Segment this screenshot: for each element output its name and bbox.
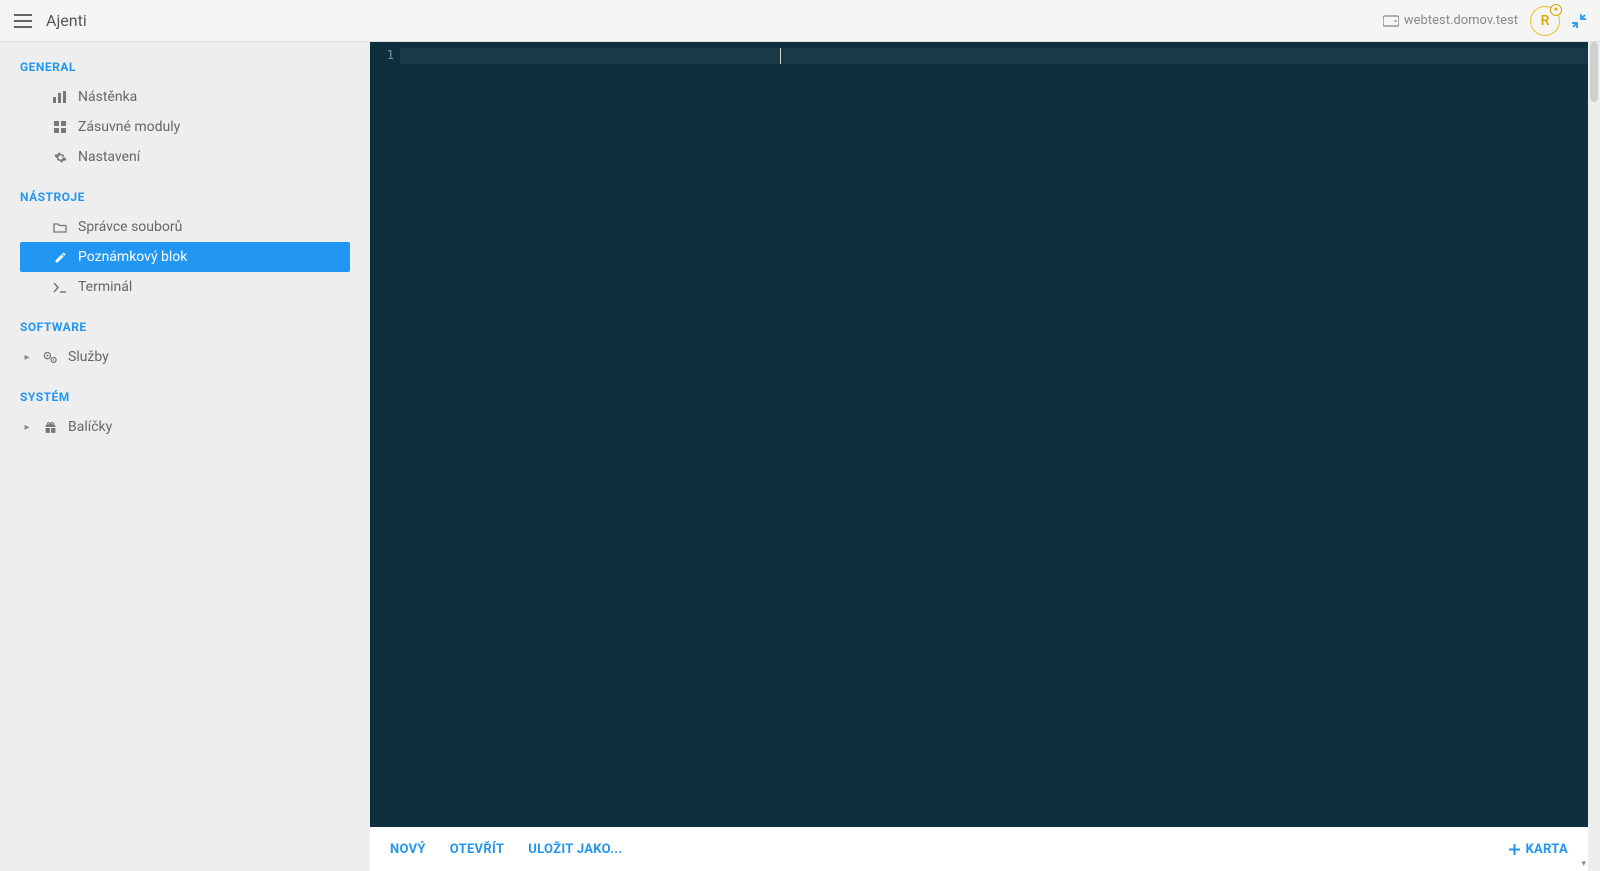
line-number: 1 [370,48,394,62]
save-as-button[interactable]: ULOŽIT JAKO... [528,842,622,857]
gift-icon [42,421,58,434]
folder-icon [52,222,68,233]
page-scrollbar[interactable] [1588,42,1600,871]
sidebar-item-settings[interactable]: Nastavení [20,142,350,172]
section-header-software: SOFTWARE [20,320,350,334]
grid-icon [52,121,68,133]
user-menu-button[interactable]: R ✶ [1530,6,1560,36]
caret-right-icon: ▸ [22,422,32,433]
cogs-icon [42,351,58,364]
navbar-right: webtest.domov.test R ✶ [1383,6,1586,36]
host-indicator[interactable]: webtest.domov.test [1383,13,1518,28]
section-header-tools: NÁSTROJE [20,190,350,204]
app-title: Ajenti [46,11,87,30]
scrollbar-thumb[interactable] [1590,42,1598,102]
menu-toggle-button[interactable] [14,14,32,28]
new-button[interactable]: NOVÝ [390,842,426,857]
top-navbar: Ajenti webtest.domov.test R ✶ [0,0,1600,42]
sidebar-item-label: Poznámkový blok [78,249,187,265]
sidebar-item-label: Nástěnka [78,89,137,105]
add-tab-button[interactable]: KARTA [1509,842,1568,857]
sidebar: GENERAL Nástěnka Zásuvné moduly Nastaven… [0,42,370,871]
sidebar-item-dashboard[interactable]: Nástěnka [20,82,350,112]
navbar-left: Ajenti [14,11,1369,30]
hamburger-icon [14,14,32,28]
user-initial: R [1541,13,1550,29]
pencil-icon [52,251,68,264]
plus-icon [1509,844,1520,855]
editor-content[interactable] [400,42,1588,827]
main-content: 1 NOVÝ OTEVŘÍT ULOŽIT JAKO... KARTA [370,42,1588,871]
section-header-general: GENERAL [20,60,350,74]
editor-gutter: 1 [370,42,400,827]
host-label-text: webtest.domov.test [1404,13,1518,28]
sidebar-item-notepad[interactable]: Poznámkový blok [20,242,350,272]
terminal-icon [52,282,68,293]
sidebar-item-packages[interactable]: ▸ Balíčky [20,412,350,442]
layout: GENERAL Nástěnka Zásuvné moduly Nastaven… [0,42,1600,871]
elevated-badge-icon: ✶ [1550,4,1562,16]
code-editor[interactable]: 1 [370,42,1588,827]
sidebar-item-label: Správce souborů [78,219,182,235]
gear-icon [52,151,68,164]
bar-chart-icon [52,91,68,103]
section-header-system: SYSTÉM [20,390,350,404]
sidebar-item-label: Nastavení [78,149,140,165]
corner-caret-icon: ▾ [1581,859,1586,869]
sidebar-item-label: Služby [68,349,109,365]
disk-icon [1383,15,1399,27]
sidebar-item-plugins[interactable]: Zásuvné moduly [20,112,350,142]
editor-toolbar: NOVÝ OTEVŘÍT ULOŽIT JAKO... KARTA [370,827,1588,871]
sidebar-item-filemanager[interactable]: Správce souborů [20,212,350,242]
sidebar-item-services[interactable]: ▸ Služby [20,342,350,372]
sidebar-item-label: Balíčky [68,419,112,435]
sidebar-item-terminal[interactable]: Terminál [20,272,350,302]
toggle-widescreen-button[interactable] [1572,14,1586,28]
open-button[interactable]: OTEVŘÍT [450,842,505,857]
caret-right-icon: ▸ [22,352,32,363]
add-tab-label: KARTA [1525,842,1568,857]
sidebar-item-label: Zásuvné moduly [78,119,180,135]
sidebar-item-label: Terminál [78,279,132,295]
editor-cursor [780,48,781,64]
editor-active-line [400,48,1588,64]
compress-icon [1572,14,1586,28]
